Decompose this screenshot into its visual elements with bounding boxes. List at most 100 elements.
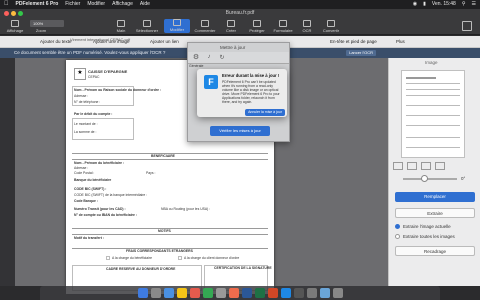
- menu-fichier[interactable]: Fichier: [65, 0, 80, 9]
- general-tab-icon[interactable]: ⚙: [191, 53, 201, 63]
- finder-icon[interactable]: [137, 288, 148, 298]
- rotate-left-icon[interactable]: [393, 162, 403, 170]
- search-icon[interactable]: ⚲: [462, 0, 466, 9]
- safari-icon[interactable]: [163, 288, 174, 298]
- preferences-icon[interactable]: [306, 288, 317, 298]
- apple-icon[interactable]: : [4, 0, 9, 9]
- tool-label: Créer: [225, 28, 236, 33]
- tab-filename[interactable]: Virement international CEPAC.pdf: [70, 37, 130, 42]
- cancel-update-button[interactable]: Annuler la mise à jour: [245, 109, 285, 116]
- replace-button[interactable]: Remplacer: [395, 192, 475, 202]
- extract-button[interactable]: Extraire: [395, 208, 475, 218]
- tool-label: Sélectionner: [135, 28, 159, 33]
- preview-line: [406, 125, 460, 126]
- menu-clock[interactable]: Ven. 15:48: [432, 0, 456, 9]
- motif-label: Motif du transfert :: [74, 236, 104, 240]
- tool-proteger[interactable]: Protéger: [244, 20, 270, 33]
- opacity-slider[interactable]: [403, 178, 457, 180]
- wifi-icon[interactable]: ◉: [413, 0, 417, 9]
- tool-label: Affichage: [6, 28, 24, 33]
- edit-icon: [173, 19, 181, 26]
- tool-label: Protéger: [249, 28, 265, 33]
- zoom-select[interactable]: 100%: [30, 20, 64, 27]
- menu-modifier[interactable]: Modifier: [87, 0, 105, 9]
- preview-line: [406, 83, 460, 84]
- terminal-icon[interactable]: [293, 288, 304, 298]
- beneficiaire-header: BENEFICIAIRE: [151, 154, 175, 158]
- tool-selectionner[interactable]: Sélectionner: [134, 20, 160, 33]
- downloads-icon[interactable]: [319, 288, 330, 298]
- crop-button[interactable]: Recadrage: [395, 246, 475, 256]
- tool-commenter[interactable]: Commenter: [192, 20, 218, 33]
- transit-label: Numéro Transit (pour les CAD) :: [74, 207, 126, 211]
- flip-h-icon[interactable]: [421, 162, 431, 170]
- calendar-icon[interactable]: [189, 288, 200, 298]
- tool-zoom[interactable]: Zoom: [28, 28, 54, 33]
- pays-label: Pays :: [146, 171, 156, 175]
- update-error-dialog: F Erreur durant la mise à jour ! PDFelem…: [197, 69, 287, 117]
- menu-affichage[interactable]: Affichage: [112, 0, 133, 9]
- check-updates-button[interactable]: Vérifier les mises à jour: [210, 126, 270, 136]
- word-icon[interactable]: [241, 288, 252, 298]
- notes-icon[interactable]: [176, 288, 187, 298]
- tool-formulaire[interactable]: Formulaire: [270, 20, 296, 33]
- bank-name: CAISSE D'EPARGNE: [88, 69, 128, 74]
- powerpoint-icon[interactable]: [267, 288, 278, 298]
- trash-icon[interactable]: [332, 288, 343, 298]
- run-ocr-button[interactable]: Lancer l'OCR: [346, 50, 376, 56]
- photos-icon[interactable]: [215, 288, 226, 298]
- messages-icon[interactable]: [202, 288, 213, 298]
- thumbnail-strip[interactable]: [0, 58, 15, 286]
- preview-line: [406, 147, 460, 148]
- radio-extract-current[interactable]: [395, 224, 400, 229]
- preview-line: [406, 89, 460, 90]
- tool-ocr[interactable]: OCR: [294, 20, 320, 33]
- tel-label: N° de téléphone :: [74, 100, 101, 104]
- pdfelement-dock-icon[interactable]: [280, 288, 291, 298]
- tool-convertir[interactable]: Convertir: [318, 20, 344, 33]
- slider-value: 0°: [461, 176, 466, 181]
- frais-checkbox-1[interactable]: [106, 256, 110, 260]
- tool-main[interactable]: Main: [108, 20, 134, 33]
- battery-icon[interactable]: ▮: [423, 0, 426, 9]
- slider-knob[interactable]: [421, 175, 428, 182]
- tool-affichage[interactable]: Affichage: [2, 20, 28, 33]
- convert-icon: [327, 20, 335, 27]
- frais-opt1: A la charge du bénéficiaire: [112, 256, 152, 260]
- cursor-icon: [143, 20, 151, 27]
- microphone-icon[interactable]: ♪: [205, 54, 213, 62]
- frais-opt2: A la charge du client donneur d'ordre: [184, 256, 240, 260]
- ocr-banner-text: Ce document semble être un PDF numérisé.…: [14, 50, 166, 55]
- motifs-header: MOTIFS: [158, 229, 171, 233]
- flip-v-icon[interactable]: [435, 162, 445, 170]
- launchpad-icon[interactable]: [150, 288, 161, 298]
- tool-modifier[interactable]: Modifier: [164, 19, 190, 33]
- menu-bar:  PDFelement 6 Pro Fichier Modifier Affi…: [0, 0, 480, 9]
- panel-toggle-icon[interactable]: [462, 21, 472, 31]
- menu-list-icon[interactable]: ☰: [472, 0, 476, 9]
- sidebar-icon: [11, 20, 19, 27]
- more-button[interactable]: Plus: [396, 39, 405, 44]
- excel-icon[interactable]: [254, 288, 265, 298]
- preview-line: [406, 105, 460, 106]
- code-banque-label: Code Banque :: [74, 199, 98, 203]
- tool-creer[interactable]: Créer: [218, 20, 244, 33]
- frais-checkbox-2[interactable]: [178, 256, 182, 260]
- nba-label: NBA ou Routing (pour les USA) :: [161, 207, 211, 211]
- menu-app-name[interactable]: PDFelement 6 Pro: [16, 0, 59, 9]
- radio-extract-current-label: Extraire l'image actuelle: [403, 224, 451, 229]
- code-postal-label: Code Postal :: [74, 171, 95, 175]
- dialog-title: Erreur durant la mise à jour !: [222, 73, 280, 78]
- sheet-tabbar: [188, 52, 289, 64]
- radio-extract-all[interactable]: [395, 234, 400, 239]
- music-icon[interactable]: [228, 288, 239, 298]
- tool-label: Convertir: [322, 28, 340, 33]
- preview-line: [406, 115, 460, 116]
- refresh-icon[interactable]: ↻: [218, 54, 226, 62]
- menu-aide[interactable]: Aide: [140, 0, 150, 9]
- header-footer-button[interactable]: En-tête et pied de page: [330, 39, 377, 44]
- rotate-right-icon[interactable]: [407, 162, 417, 170]
- general-tab-label[interactable]: Générale: [189, 64, 203, 68]
- donneur-label: Nom - Prénom ou Raison sociale du donneu…: [74, 88, 162, 92]
- image-tools: [393, 162, 445, 170]
